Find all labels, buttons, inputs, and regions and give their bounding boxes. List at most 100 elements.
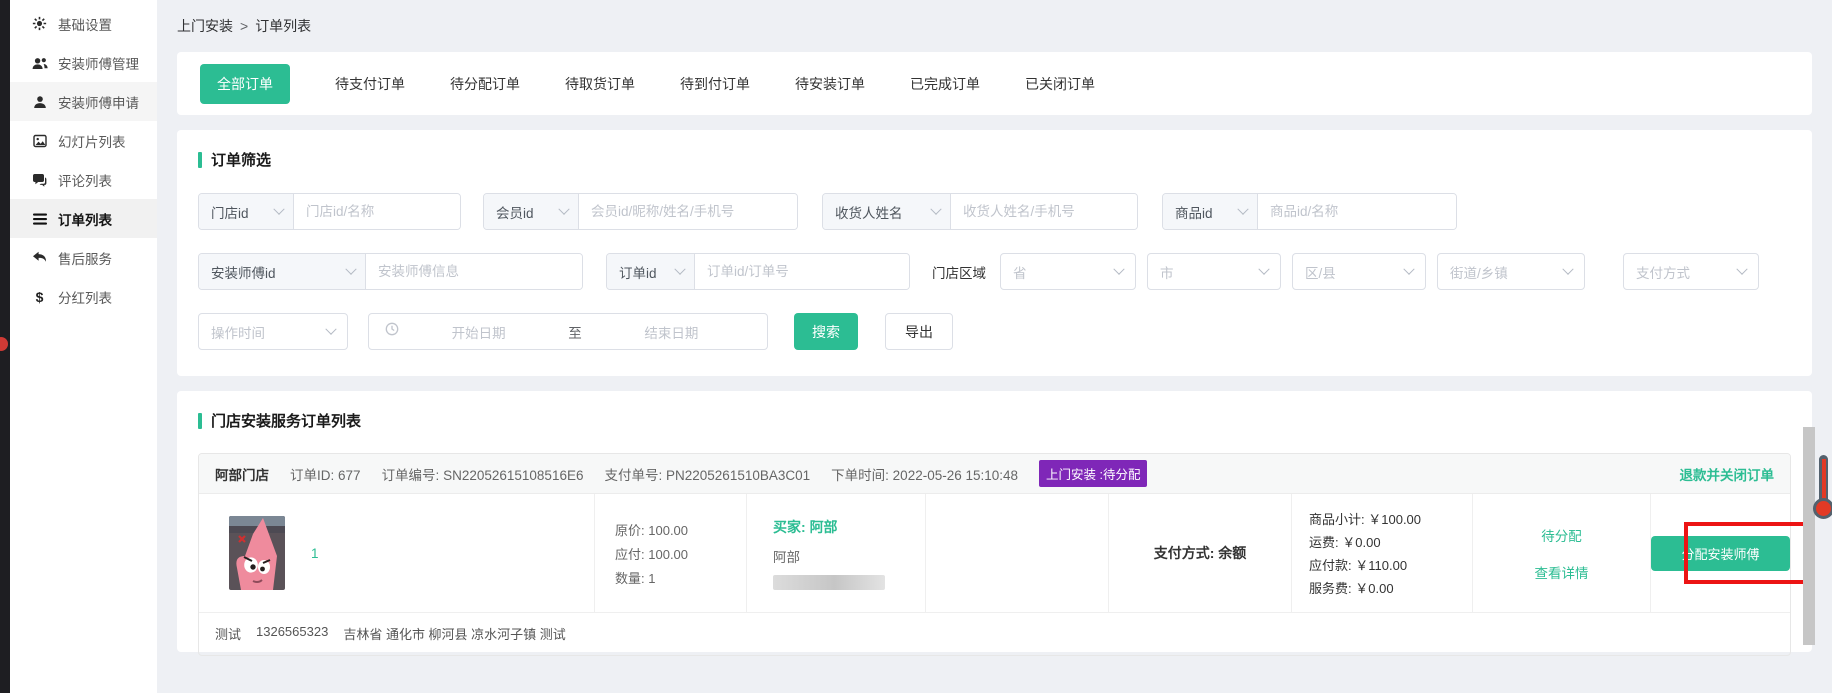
order-id-select[interactable]: 订单id xyxy=(607,254,695,289)
tab-pending-pickup[interactable]: 待取货订单 xyxy=(565,74,635,94)
chevron-down-icon xyxy=(1403,263,1414,274)
price-payable: 应付: 100.00 xyxy=(615,544,746,563)
chevron-down-icon xyxy=(1562,263,1573,274)
installer-id-select[interactable]: 安装师傅id xyxy=(199,254,366,289)
amount-service-fee: 服务费: ￥0.00 xyxy=(1309,578,1472,597)
breadcrumb-parent[interactable]: 上门安装 xyxy=(177,16,233,36)
tab-pending-payment[interactable]: 待支付订单 xyxy=(335,74,405,94)
left-edge-strip xyxy=(0,0,10,693)
order-id: 订单ID: 677 xyxy=(290,464,361,484)
op-time-select[interactable]: 操作时间 xyxy=(198,313,348,350)
buyer-name: 阿部 xyxy=(773,546,925,566)
product-thumbnail[interactable] xyxy=(229,516,285,590)
title-accent-bar xyxy=(198,413,202,429)
sidebar-item-label: 评论列表 xyxy=(58,170,112,190)
amount-shipping: 运费: ￥0.00 xyxy=(1309,532,1472,551)
chevron-down-icon xyxy=(1258,263,1269,274)
sidebar-item-comment-list[interactable]: 评论列表 xyxy=(10,160,157,199)
sidebar-item-order-list[interactable]: 订单列表 xyxy=(10,199,157,238)
region-street-select[interactable]: 街道/乡镇 xyxy=(1437,253,1585,290)
main-content: 上门安装 > 订单列表 全部订单 待支付订单 待分配订单 待取货订单 待到付订单… xyxy=(157,0,1832,693)
payment-method: 支付方式: 余额 xyxy=(1154,543,1247,563)
buyer-phone-redacted xyxy=(773,575,885,590)
recording-dot xyxy=(0,337,8,351)
start-date-input[interactable]: 开始日期 xyxy=(399,322,558,342)
buyer-title: 买家: 阿部 xyxy=(773,517,925,537)
store-keyword-input[interactable] xyxy=(294,194,460,229)
sidebar-item-label: 订单列表 xyxy=(58,209,112,229)
order-body: 1 原价: 100.00 应付: 100.00 数量: 1 买家: 阿部 阿部 … xyxy=(199,494,1790,612)
date-range-separator: 至 xyxy=(558,322,592,342)
filter-row-1: 门店id 会员id 收货人姓名 商品id xyxy=(198,193,1791,230)
order-item: 阿部门店 订单ID: 677 订单编号: SN22052615108516E6 … xyxy=(198,453,1791,656)
payment-method-select[interactable]: 支付方式 xyxy=(1623,253,1759,290)
scrollbar-track[interactable] xyxy=(1803,427,1815,645)
title-accent-bar xyxy=(198,152,202,168)
product-id-select[interactable]: 商品id xyxy=(1163,194,1258,229)
order-no-input[interactable] xyxy=(695,254,909,289)
user-icon xyxy=(31,95,48,109)
tab-all-orders[interactable]: 全部订单 xyxy=(200,64,290,104)
date-range-picker[interactable]: 开始日期 至 结束日期 xyxy=(368,313,768,350)
buyer-column: 买家: 阿部 阿部 xyxy=(747,494,926,612)
receiver-name: 测试 xyxy=(215,624,241,643)
sidebar-item-dividend-list[interactable]: $ 分红列表 xyxy=(10,277,157,316)
price-column: 原价: 100.00 应付: 100.00 数量: 1 xyxy=(595,494,747,612)
tab-completed[interactable]: 已完成订单 xyxy=(910,74,980,94)
amount-due: 应付款: ￥110.00 xyxy=(1309,555,1472,574)
order-status-tabs: 全部订单 待支付订单 待分配订单 待取货订单 待到付订单 待安装订单 已完成订单… xyxy=(177,52,1812,115)
scroll-indicator-ball[interactable] xyxy=(1813,498,1832,519)
assign-installer-button[interactable]: 分配安装师傅 xyxy=(1651,536,1789,571)
order-sn: 订单编号: SN22052615108516E6 xyxy=(382,464,584,484)
chevron-down-icon xyxy=(674,263,685,274)
order-header: 阿部门店 订单ID: 677 订单编号: SN22052615108516E6 … xyxy=(199,454,1790,494)
installer-info-input[interactable] xyxy=(366,254,582,289)
reply-icon xyxy=(31,251,48,264)
sidebar-item-installer-application[interactable]: 安装师傅申请 xyxy=(10,82,157,121)
gear-icon xyxy=(31,16,48,31)
order-pn: 支付单号: PN2205261510BA3C01 xyxy=(604,464,810,484)
tab-pending-cod[interactable]: 待到付订单 xyxy=(680,74,750,94)
search-button[interactable]: 搜索 xyxy=(794,313,858,350)
member-keyword-input[interactable] xyxy=(579,194,797,229)
sidebar-item-slideshow-list[interactable]: 幻灯片列表 xyxy=(10,121,157,160)
sidebar-item-label: 分红列表 xyxy=(58,287,112,307)
region-province-select[interactable]: 省 xyxy=(1000,253,1136,290)
clock-icon xyxy=(385,322,399,341)
price-original: 原价: 100.00 xyxy=(615,520,746,539)
store-id-select[interactable]: 门店id xyxy=(199,194,294,229)
sidebar-item-label: 售后服务 xyxy=(58,248,112,268)
receiver-region: 吉林省 通化市 柳河县 凉水河子镇 测试 xyxy=(343,624,565,643)
breadcrumb-current: 订单列表 xyxy=(255,16,311,36)
sidebar-item-after-sales[interactable]: 售后服务 xyxy=(10,238,157,277)
export-button[interactable]: 导出 xyxy=(885,313,953,350)
end-date-input[interactable]: 结束日期 xyxy=(592,322,751,342)
view-details-link[interactable]: 查看详情 xyxy=(1535,562,1589,582)
receiver-phone: 1326565323 xyxy=(256,624,328,643)
receiver-keyword-input[interactable] xyxy=(951,194,1137,229)
order-filter-card: 订单筛选 门店id 会员id 收货人姓名 xyxy=(177,130,1812,376)
order-list-card: 门店安装服务订单列表 阿部门店 订单ID: 677 订单编号: SN220526… xyxy=(177,391,1812,652)
filter-section-title: 订单筛选 xyxy=(198,149,1791,170)
order-status-badge: 上门安装 :待分配 xyxy=(1039,460,1147,487)
comment-icon xyxy=(31,173,48,187)
sidebar-item-label: 安装师傅管理 xyxy=(58,53,139,73)
chevron-down-icon xyxy=(1736,263,1747,274)
refund-close-order-link[interactable]: 退款并关闭订单 xyxy=(1680,464,1775,484)
product-qty: 1 xyxy=(311,546,319,561)
price-quantity: 数量: 1 xyxy=(615,568,746,587)
region-district-select[interactable]: 区/县 xyxy=(1292,253,1426,290)
order-list-section-title: 门店安装服务订单列表 xyxy=(198,410,1791,431)
region-city-select[interactable]: 市 xyxy=(1147,253,1281,290)
receiver-name-select[interactable]: 收货人姓名 xyxy=(823,194,951,229)
image-icon xyxy=(31,134,48,148)
sidebar-item-installer-management[interactable]: 安装师傅管理 xyxy=(10,43,157,82)
tab-closed[interactable]: 已关闭订单 xyxy=(1025,74,1095,94)
member-id-select[interactable]: 会员id xyxy=(484,194,579,229)
product-keyword-input[interactable] xyxy=(1258,194,1456,229)
sidebar-item-basic-settings[interactable]: 基础设置 xyxy=(10,4,157,43)
tab-pending-assign[interactable]: 待分配订单 xyxy=(450,74,520,94)
amounts-column: 商品小计: ￥100.00 运费: ￥0.00 应付款: ￥110.00 服务费… xyxy=(1292,494,1473,612)
order-store-name: 阿部门店 xyxy=(215,464,269,484)
tab-pending-install[interactable]: 待安装订单 xyxy=(795,74,865,94)
